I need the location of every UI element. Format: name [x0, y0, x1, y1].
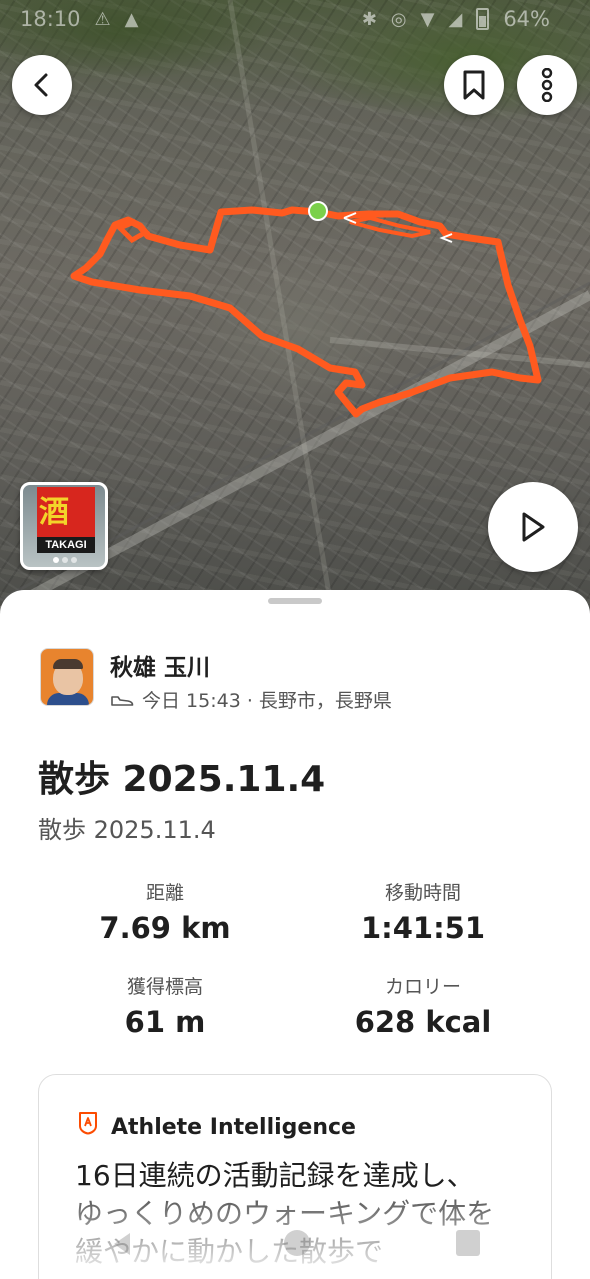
photo-thumbnail[interactable]: 酒 TAKAGI: [20, 482, 108, 570]
nav-back-icon[interactable]: [110, 1230, 134, 1258]
location-icon: ◎: [390, 8, 407, 30]
photo-sign-char: 酒: [39, 495, 69, 530]
start-marker: [308, 201, 328, 221]
activity-meta-text: 今日 15:43 · 長野市，長野県: [142, 690, 392, 712]
stat-label: 移動時間: [384, 882, 461, 904]
stat-value: 7.69 km: [99, 911, 231, 945]
stat-elevation-gain: 獲得標高 61 m: [40, 972, 290, 1039]
activity-subtitle: 散歩 2025.11.4: [38, 816, 216, 844]
activity-sheet: 秋雄 玉川 今日 15:43 · 長野市，長野県 散歩 2025.11.4 散歩…: [0, 590, 590, 1279]
battery-icon: [476, 8, 490, 30]
nav-home-icon[interactable]: [284, 1230, 310, 1256]
avatar[interactable]: [40, 648, 94, 706]
stat-label: 距離: [145, 882, 184, 904]
alert-icon: ⚠: [94, 8, 111, 30]
wifi-icon: ▼: [420, 8, 435, 30]
play-icon: [522, 512, 545, 542]
stat-value: 628 kcal: [354, 1005, 492, 1039]
athlete-intelligence-title: Athlete Intelligence: [111, 1115, 356, 1140]
bookmark-button[interactable]: [444, 55, 504, 115]
photo-sign-text: TAKAGI: [37, 537, 95, 553]
bookmark-icon: [463, 70, 485, 100]
more-options-button[interactable]: [517, 55, 577, 115]
stat-label: 獲得標高: [126, 976, 203, 998]
status-time: 18:10: [20, 7, 81, 31]
stat-label: カロリー: [384, 976, 461, 998]
battery-level: 64%: [503, 7, 550, 31]
system-nav-bar: [0, 1212, 590, 1279]
sheet-drag-handle[interactable]: [268, 598, 322, 604]
stat-distance: 距離 7.69 km: [40, 878, 290, 945]
shoe-icon: [111, 695, 134, 706]
signal-icon: ◢: [448, 8, 463, 30]
activity-title: 散歩 2025.11.4: [38, 759, 326, 800]
stat-value: 61 m: [124, 1005, 206, 1039]
stat-value: 1:41:51: [360, 911, 486, 945]
bluetooth-icon: ✱: [361, 8, 377, 30]
back-button[interactable]: [12, 55, 72, 115]
photo-page-indicator: [53, 557, 77, 563]
stat-calories: カロリー 628 kcal: [298, 972, 548, 1039]
athlete-intelligence-icon: [79, 1112, 97, 1135]
status-bar: 18:10 ⚠ ▲ ✱ ◎ ▼ ◢ 64%: [0, 0, 590, 38]
route-line: [70, 206, 542, 418]
chevron-left-icon: [34, 73, 48, 97]
athlete-name[interactable]: 秋雄 玉川: [110, 648, 210, 682]
stat-moving-time: 移動時間 1:41:51: [298, 878, 548, 945]
route-map[interactable]: 18:10 ⚠ ▲ ✱ ◎ ▼ ◢ 64% 酒 TAKAGI: [0, 0, 590, 620]
activity-meta: 今日 15:43 · 長野市，長野県: [110, 686, 392, 713]
nav-recents-icon[interactable]: [456, 1230, 480, 1256]
more-vertical-icon: [541, 68, 553, 102]
notification-icon: ▲: [124, 8, 139, 30]
play-flyover-button[interactable]: [488, 482, 578, 572]
